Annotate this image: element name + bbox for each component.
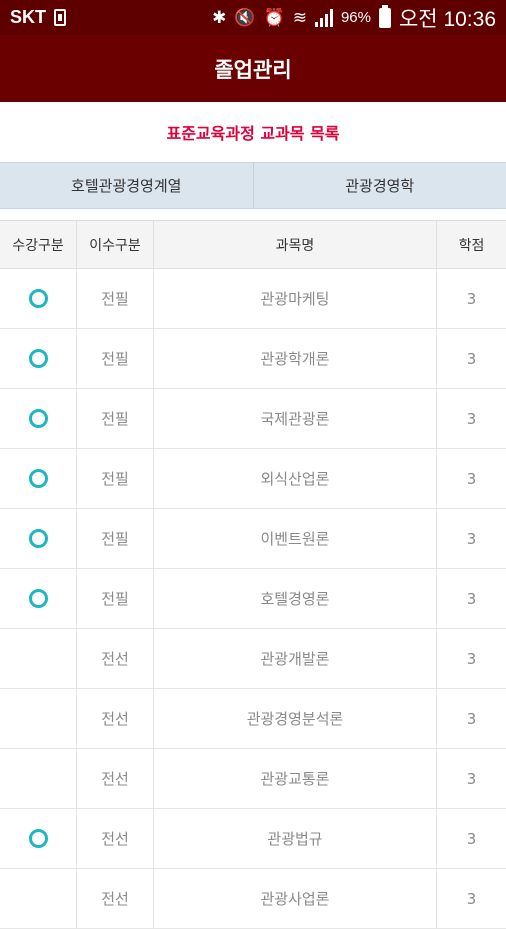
course-name-cell: 관광마케팅 bbox=[153, 269, 436, 328]
table-row[interactable]: 전선관광경영분석론3 bbox=[0, 689, 506, 749]
credit-cell: 3 bbox=[436, 389, 506, 448]
course-name-cell: 외식산업론 bbox=[153, 449, 436, 508]
circle-icon bbox=[29, 829, 48, 848]
page-title: 졸업관리 bbox=[214, 54, 291, 84]
type-cell: 전선 bbox=[76, 749, 153, 808]
taken-cell bbox=[0, 869, 76, 928]
type-cell: 전선 bbox=[76, 869, 153, 928]
table-header: 수강구분 이수구분 과목명 학점 bbox=[0, 221, 506, 269]
table-row[interactable]: 전선관광개발론3 bbox=[0, 629, 506, 689]
course-name-cell: 관광개발론 bbox=[153, 629, 436, 688]
course-name-cell: 관광사업론 bbox=[153, 869, 436, 928]
column-header-name: 과목명 bbox=[153, 221, 436, 268]
table-row[interactable]: 전필관광마케팅3 bbox=[0, 269, 506, 329]
mute-icon: 🔇 bbox=[234, 9, 255, 26]
status-right: ✱ 🔇 ⏰ ≋ 96% 오전 10:36 bbox=[212, 3, 496, 33]
taken-cell bbox=[0, 509, 76, 568]
circle-icon bbox=[29, 529, 48, 548]
circle-icon bbox=[29, 289, 48, 308]
course-name-cell: 관광교통론 bbox=[153, 749, 436, 808]
table-body: 전필관광마케팅3전필관광학개론3전필국제관광론3전필외식산업론3전필이벤트원론3… bbox=[0, 269, 506, 929]
column-header-type: 이수구분 bbox=[76, 221, 153, 268]
taken-cell bbox=[0, 269, 76, 328]
table-row[interactable]: 전필호텔경영론3 bbox=[0, 569, 506, 629]
app-header: 졸업관리 bbox=[0, 35, 506, 102]
signal-icon bbox=[315, 9, 333, 27]
table-row[interactable]: 전필국제관광론3 bbox=[0, 389, 506, 449]
column-header-taken: 수강구분 bbox=[0, 221, 76, 268]
status-left: SKT bbox=[10, 7, 66, 28]
clock: 오전 10:36 bbox=[399, 3, 496, 33]
bluetooth-icon: ✱ bbox=[212, 9, 226, 26]
table-row[interactable]: 전선관광사업론3 bbox=[0, 869, 506, 929]
course-table: 수강구분 이수구분 과목명 학점 전필관광마케팅3전필관광학개론3전필국제관광론… bbox=[0, 220, 506, 929]
column-header-credit: 학점 bbox=[436, 221, 506, 268]
type-cell: 전필 bbox=[76, 569, 153, 628]
battery-icon bbox=[379, 8, 391, 28]
course-name-cell: 이벤트원론 bbox=[153, 509, 436, 568]
table-row[interactable]: 전선관광법규3 bbox=[0, 809, 506, 869]
circle-icon bbox=[29, 469, 48, 488]
credit-cell: 3 bbox=[436, 629, 506, 688]
taken-cell bbox=[0, 689, 76, 748]
table-row[interactable]: 전필외식산업론3 bbox=[0, 449, 506, 509]
battery-percent: 96% bbox=[341, 9, 371, 26]
credit-cell: 3 bbox=[436, 749, 506, 808]
course-name-cell: 호텔경영론 bbox=[153, 569, 436, 628]
type-cell: 전필 bbox=[76, 509, 153, 568]
type-cell: 전선 bbox=[76, 629, 153, 688]
taken-cell bbox=[0, 389, 76, 448]
type-cell: 전필 bbox=[76, 269, 153, 328]
sim-icon bbox=[54, 9, 66, 26]
table-row[interactable]: 전필관광학개론3 bbox=[0, 329, 506, 389]
category-bar: 호텔관광경영계열 관광경영학 bbox=[0, 162, 506, 209]
course-name-cell: 관광학개론 bbox=[153, 329, 436, 388]
credit-cell: 3 bbox=[436, 809, 506, 868]
category-left[interactable]: 호텔관광경영계열 bbox=[0, 163, 253, 208]
taken-cell bbox=[0, 449, 76, 508]
taken-cell bbox=[0, 329, 76, 388]
table-row[interactable]: 전필이벤트원론3 bbox=[0, 509, 506, 569]
category-right[interactable]: 관광경영학 bbox=[253, 163, 506, 208]
credit-cell: 3 bbox=[436, 569, 506, 628]
carrier-label: SKT bbox=[10, 7, 46, 28]
taken-cell bbox=[0, 809, 76, 868]
course-name-cell: 관광법규 bbox=[153, 809, 436, 868]
list-title: 표준교육과정 교과목 목록 bbox=[0, 102, 506, 162]
type-cell: 전선 bbox=[76, 689, 153, 748]
wifi-icon: ≋ bbox=[293, 9, 307, 26]
type-cell: 전필 bbox=[76, 389, 153, 448]
credit-cell: 3 bbox=[436, 329, 506, 388]
taken-cell bbox=[0, 629, 76, 688]
credit-cell: 3 bbox=[436, 869, 506, 928]
circle-icon bbox=[29, 589, 48, 608]
credit-cell: 3 bbox=[436, 449, 506, 508]
course-name-cell: 관광경영분석론 bbox=[153, 689, 436, 748]
circle-icon bbox=[29, 409, 48, 428]
credit-cell: 3 bbox=[436, 269, 506, 328]
type-cell: 전필 bbox=[76, 329, 153, 388]
table-row[interactable]: 전선관광교통론3 bbox=[0, 749, 506, 809]
alarm-icon: ⏰ bbox=[264, 9, 285, 26]
type-cell: 전선 bbox=[76, 809, 153, 868]
status-bar: SKT ✱ 🔇 ⏰ ≋ 96% 오전 10:36 bbox=[0, 0, 506, 35]
credit-cell: 3 bbox=[436, 509, 506, 568]
taken-cell bbox=[0, 569, 76, 628]
credit-cell: 3 bbox=[436, 689, 506, 748]
type-cell: 전필 bbox=[76, 449, 153, 508]
circle-icon bbox=[29, 349, 48, 368]
taken-cell bbox=[0, 749, 76, 808]
course-name-cell: 국제관광론 bbox=[153, 389, 436, 448]
